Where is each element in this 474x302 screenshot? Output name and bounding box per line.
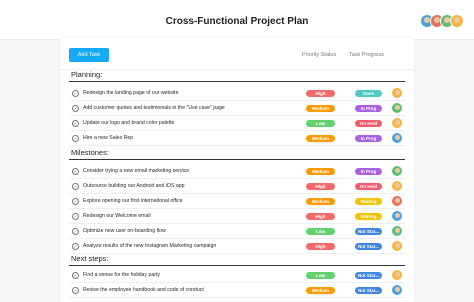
- task-name[interactable]: Redesign the landing page of our website: [83, 90, 178, 96]
- priority-status-badge[interactable]: Medium: [306, 197, 335, 205]
- assignee-avatar[interactable]: [392, 285, 402, 295]
- priority-status-badge[interactable]: Low: [306, 271, 335, 279]
- complete-checkbox-icon[interactable]: ✓: [72, 104, 79, 112]
- complete-checkbox-icon[interactable]: ✓: [72, 271, 79, 279]
- task-progress-badge[interactable]: Waiting: [355, 212, 382, 220]
- task-name[interactable]: Update our logo and brand color palette: [83, 120, 174, 126]
- task-row[interactable]: ✓ Update our logo and brand color palette…: [69, 116, 405, 131]
- section-title: Next steps:: [71, 254, 109, 263]
- section-header[interactable]: Next steps:: [69, 252, 405, 266]
- task-progress-badge[interactable]: On Hold: [355, 182, 382, 190]
- complete-checkbox-icon[interactable]: ✓: [72, 89, 79, 97]
- assignee-avatar[interactable]: [392, 196, 402, 206]
- priority-status-badge[interactable]: High: [306, 242, 335, 250]
- list-toolbar: Add Task Priority Status Task Progress: [60, 38, 414, 70]
- task-progress-badge[interactable]: In Prog: [355, 134, 382, 142]
- priority-status-badge[interactable]: High: [306, 182, 335, 190]
- add-task-button[interactable]: Add Task: [69, 48, 109, 62]
- section-title: Milestones:: [71, 148, 109, 157]
- avatar[interactable]: [450, 14, 464, 28]
- complete-checkbox-icon[interactable]: ✓: [72, 119, 79, 127]
- task-row[interactable]: ✓ Revise the employee handbook and code o…: [69, 283, 405, 298]
- task-progress-badge[interactable]: In Prog: [355, 167, 382, 175]
- app-header: Cross-Functional Project Plan: [0, 0, 474, 40]
- assignee-avatar[interactable]: [392, 226, 402, 236]
- priority-status-badge[interactable]: Low: [306, 227, 335, 235]
- assignee-avatar[interactable]: [392, 166, 402, 176]
- task-name[interactable]: Add customer quotes and testimonials in …: [83, 105, 225, 111]
- priority-status-badge[interactable]: Medium: [306, 134, 335, 142]
- assignee-avatar[interactable]: [392, 103, 402, 113]
- task-row[interactable]: ✓ Hire a new Sales Rep Medium In Prog: [69, 131, 405, 146]
- task-row[interactable]: ✓ Consider trying a new email marketing s…: [69, 164, 405, 179]
- complete-checkbox-icon[interactable]: ✓: [72, 242, 79, 250]
- section-title: Planning:: [71, 70, 103, 79]
- assignee-avatar[interactable]: [392, 88, 402, 98]
- member-avatars[interactable]: [420, 14, 464, 30]
- task-progress-badge[interactable]: Not Star...: [355, 227, 382, 235]
- priority-status-badge[interactable]: Medium: [306, 167, 335, 175]
- complete-checkbox-icon[interactable]: ✓: [72, 286, 79, 294]
- complete-checkbox-icon[interactable]: ✓: [72, 167, 79, 175]
- task-name[interactable]: Explore opening our first international …: [83, 198, 183, 204]
- task-progress-badge[interactable]: In Prog: [355, 104, 382, 112]
- task-name[interactable]: Revise the employee handbook and code of…: [83, 287, 204, 293]
- complete-checkbox-icon[interactable]: ✓: [72, 212, 79, 220]
- task-progress-column-header[interactable]: Task Progress: [349, 52, 384, 58]
- task-row[interactable]: ✓ Redesign our Welcome email High Waiting: [69, 209, 405, 224]
- section-header[interactable]: Milestones:: [69, 146, 405, 160]
- priority-status-badge[interactable]: High: [306, 212, 335, 220]
- task-progress-badge[interactable]: Not Star...: [355, 286, 382, 294]
- task-row[interactable]: ✓ Optimize new user on-boarding flow Low No…: [69, 224, 405, 239]
- complete-checkbox-icon[interactable]: ✓: [72, 197, 79, 205]
- complete-checkbox-icon[interactable]: ✓: [72, 134, 79, 142]
- task-name[interactable]: Consider trying a new email marketing se…: [83, 168, 189, 174]
- assignee-avatar[interactable]: [392, 181, 402, 191]
- priority-status-badge[interactable]: High: [306, 89, 335, 97]
- task-name[interactable]: Optimize new user on-boarding flow: [83, 228, 166, 234]
- complete-checkbox-icon[interactable]: ✓: [72, 182, 79, 190]
- priority-status-badge[interactable]: Medium: [306, 286, 335, 294]
- page-title: Cross-Functional Project Plan: [165, 16, 309, 27]
- task-name[interactable]: Hire a new Sales Rep: [83, 135, 133, 141]
- task-progress-badge[interactable]: Not Star...: [355, 242, 382, 250]
- project-list-card: Add Task Priority Status Task Progress P…: [60, 38, 414, 302]
- task-progress-badge[interactable]: Waiting: [355, 197, 382, 205]
- priority-status-badge[interactable]: Low: [306, 119, 335, 127]
- assignee-avatar[interactable]: [392, 211, 402, 221]
- complete-checkbox-icon[interactable]: ✓: [72, 227, 79, 235]
- priority-status-column-header[interactable]: Priority Status: [302, 52, 336, 58]
- task-row[interactable]: ✓ Redesign the landing page of our websit…: [69, 86, 405, 101]
- task-row[interactable]: ✓ Explore opening our first international…: [69, 194, 405, 209]
- section-header[interactable]: Planning:: [69, 68, 405, 82]
- task-progress-badge[interactable]: Not Star...: [355, 271, 382, 279]
- priority-status-badge[interactable]: Medium: [306, 104, 335, 112]
- assignee-avatar[interactable]: [392, 241, 402, 251]
- task-progress-badge[interactable]: Done: [355, 89, 382, 97]
- task-name[interactable]: Find a venue for the holiday party: [83, 272, 160, 278]
- assignee-avatar[interactable]: [392, 118, 402, 128]
- task-row[interactable]: ✓ Outsource building our Android and iOS …: [69, 179, 405, 194]
- task-row[interactable]: ✓ Find a venue for the holiday party Low No…: [69, 268, 405, 283]
- assignee-avatar[interactable]: [392, 133, 402, 143]
- task-name[interactable]: Outsource building our Android and iOS a…: [83, 183, 185, 189]
- assignee-avatar[interactable]: [392, 270, 402, 280]
- task-name[interactable]: Analyze results of the new Instagram Mar…: [83, 243, 216, 249]
- task-progress-badge[interactable]: On Hold: [355, 119, 382, 127]
- task-row[interactable]: ✓ Add customer quotes and testimonials in…: [69, 101, 405, 116]
- task-name[interactable]: Redesign our Welcome email: [83, 213, 151, 219]
